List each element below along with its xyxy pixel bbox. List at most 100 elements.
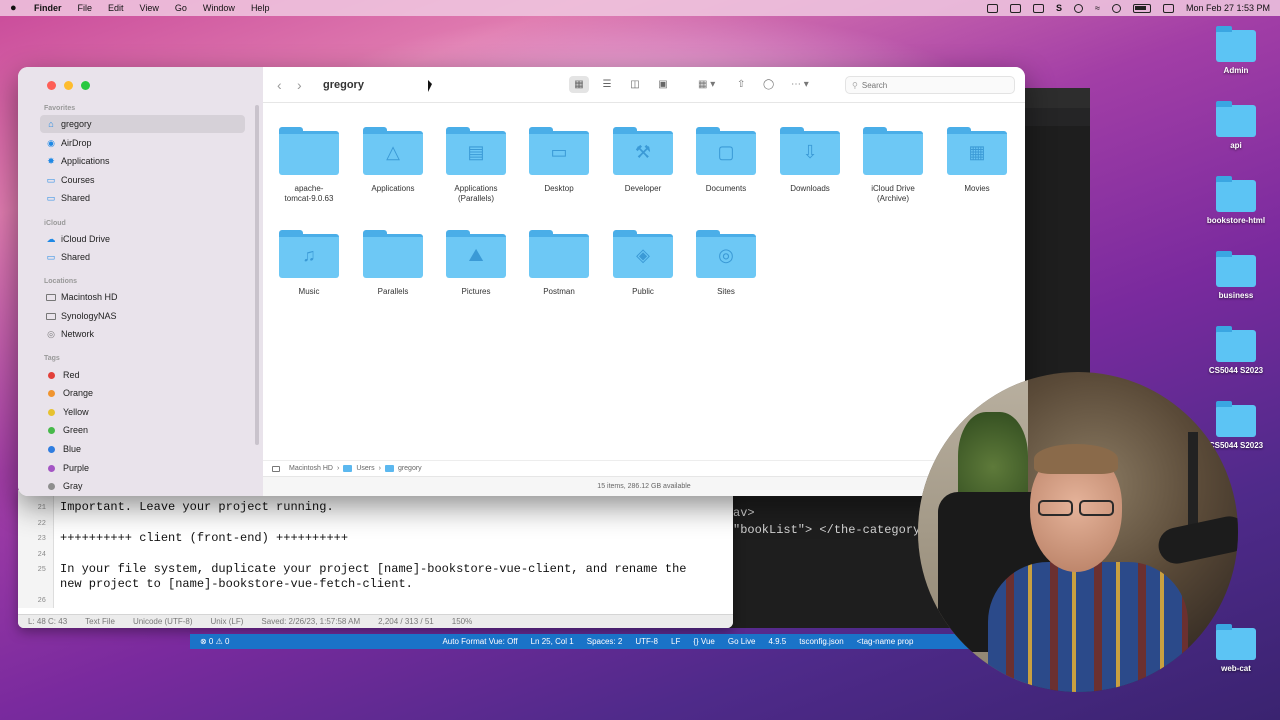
menu-app-finder[interactable]: Finder: [34, 3, 62, 13]
folder-item[interactable]: apache-tomcat-9.0.63: [269, 127, 349, 204]
problems-count[interactable]: ⊗ 0 ⚠ 0: [200, 637, 229, 646]
list-view-button[interactable]: ☰: [597, 76, 617, 93]
folder-item[interactable]: ◎ Sites: [686, 230, 766, 297]
desktop-folder-api[interactable]: api: [1200, 101, 1272, 150]
encoding-select[interactable]: Unicode (UTF-8): [133, 617, 193, 626]
sidebar-item-network[interactable]: ◎ Network: [40, 325, 245, 343]
auto-format-status[interactable]: Auto Format Vue: Off: [442, 637, 517, 646]
share-icon[interactable]: ⇧: [737, 76, 745, 93]
menu-view[interactable]: View: [140, 3, 159, 13]
sidebar-item-applications[interactable]: ✸ Applications: [40, 152, 245, 170]
language-mode[interactable]: {} Vue: [693, 637, 715, 646]
path-segment-gregory[interactable]: gregory: [398, 465, 422, 472]
sidebar-tag-purple[interactable]: Purple: [40, 459, 245, 477]
sidebar-item-icloud-shared[interactable]: ▭ Shared: [40, 248, 245, 266]
folder-item[interactable]: ▭ Desktop: [519, 127, 599, 194]
apple-icon[interactable]: ●: [10, 2, 20, 14]
folder-item[interactable]: △ Applications: [353, 127, 433, 194]
sidebar-item-synologynas[interactable]: SynologyNAS: [40, 307, 245, 325]
sidebar-item-airdrop[interactable]: ◉ AirDrop: [40, 134, 245, 152]
control-center-icon[interactable]: [1162, 3, 1174, 13]
status-app-icon[interactable]: [986, 3, 998, 13]
sidebar-item-icloud-drive[interactable]: ☁ iCloud Drive: [40, 230, 245, 248]
folder-item[interactable]: ▤ Applications (Parallels): [436, 127, 516, 204]
clock[interactable]: Mon Feb 27 1:53 PM: [1186, 3, 1270, 13]
file-type-select[interactable]: Text File: [85, 617, 115, 626]
group-by-button[interactable]: ▦ ▾: [698, 76, 715, 93]
folder-item[interactable]: ◈ Public: [603, 230, 683, 297]
folder-item[interactable]: ⚒ Developer: [603, 127, 683, 194]
path-segment-macintosh-hd[interactable]: Macintosh HD: [289, 465, 333, 472]
gallery-view-button[interactable]: ▣: [653, 76, 673, 93]
battery-icon[interactable]: [1132, 3, 1151, 13]
folder-item[interactable]: ▦ Movies: [937, 127, 1017, 194]
sidebar-tag-red[interactable]: Red: [40, 366, 245, 384]
column-view-button[interactable]: ◫: [625, 76, 645, 93]
menu-window[interactable]: Window: [203, 3, 235, 13]
desktop-folder-business[interactable]: business: [1200, 251, 1272, 300]
vpn-icon[interactable]: [1111, 3, 1121, 13]
icon-view-button[interactable]: ▦: [569, 76, 589, 93]
menu-help[interactable]: Help: [251, 3, 270, 13]
text-editor-window[interactable]: 21 Important. Leave your project running.…: [18, 490, 733, 628]
display-icon[interactable]: [1032, 3, 1044, 13]
editor-line[interactable]: 23 ++++++++++ client (front-end) ++++++++…: [18, 531, 733, 546]
minimize-button[interactable]: [64, 81, 73, 90]
menu-edit[interactable]: Edit: [108, 3, 124, 13]
go-live-button[interactable]: Go Live: [728, 637, 756, 646]
editor-line[interactable]: new project to [name]-bookstore-vue-fetc…: [18, 577, 733, 592]
sidebar-item-gregory[interactable]: ⌂ gregory: [40, 115, 245, 133]
folder-item[interactable]: ⛰ Pictures: [436, 230, 516, 297]
sidebar-scrollbar[interactable]: [255, 105, 259, 445]
back-button[interactable]: ‹: [277, 77, 293, 93]
cursor-position[interactable]: Ln 25, Col 1: [531, 637, 574, 646]
line-ending[interactable]: LF: [671, 637, 680, 646]
indentation[interactable]: Spaces: 2: [587, 637, 623, 646]
more-actions-button[interactable]: ⋯ ▾: [791, 76, 809, 93]
ts-version[interactable]: 4.9.5: [768, 637, 786, 646]
encoding[interactable]: UTF-8: [635, 637, 658, 646]
editor-line[interactable]: 26: [18, 593, 733, 608]
tsconfig-link[interactable]: tsconfig.json: [799, 637, 843, 646]
tag-icon[interactable]: ◯: [763, 76, 774, 93]
sidebar-tag-orange[interactable]: Orange: [40, 384, 245, 402]
desktop-folder-cs5044-1[interactable]: CS5044 S2023: [1200, 326, 1272, 375]
sidebar-header-locations: Locations: [44, 278, 78, 285]
editor-line[interactable]: 25 In your file system, duplicate your pr…: [18, 562, 733, 577]
forward-button[interactable]: ›: [297, 77, 313, 93]
search-field[interactable]: ⚲: [845, 76, 1015, 94]
sidebar-item-macintosh-hd[interactable]: Macintosh HD: [40, 288, 245, 306]
path-segment-users[interactable]: Users: [356, 465, 374, 472]
editor-line[interactable]: 24: [18, 547, 733, 562]
folder-item[interactable]: ⇩ Downloads: [770, 127, 850, 194]
sidebar-tag-blue[interactable]: Blue: [40, 440, 245, 458]
menu-file[interactable]: File: [78, 3, 93, 13]
finder-window[interactable]: Favorites ⌂ gregory ◉ AirDrop ✸ Application…: [18, 67, 1025, 496]
folder-item[interactable]: ♫ Music: [269, 230, 349, 297]
editor-line[interactable]: 22: [18, 516, 733, 531]
sidebar-item-shared[interactable]: ▭ Shared: [40, 189, 245, 207]
sidebar-tag-green[interactable]: Green: [40, 421, 245, 439]
editor-line[interactable]: 21 Important. Leave your project running.: [18, 500, 733, 515]
headphones-icon[interactable]: [1074, 3, 1083, 13]
sidebar-tag-gray[interactable]: Gray: [40, 477, 245, 495]
zoom-level[interactable]: 150%: [452, 617, 472, 626]
sidebar-item-courses[interactable]: ▭ Courses: [40, 171, 245, 189]
close-button[interactable]: [47, 81, 56, 90]
search-input[interactable]: [861, 80, 1002, 90]
desktop-folder-web-cat[interactable]: web-cat: [1200, 624, 1272, 673]
wifi-icon[interactable]: ≈: [1095, 3, 1100, 13]
line-ending-select[interactable]: Unix (LF): [211, 617, 244, 626]
desktop-folder-admin[interactable]: Admin: [1200, 26, 1272, 75]
desktop-folder-bookstore-html[interactable]: bookstore-html: [1200, 176, 1272, 225]
folder-item[interactable]: iCloud Drive (Archive): [853, 127, 933, 204]
tag-dot-icon: [48, 464, 55, 472]
sidebar-tag-yellow[interactable]: Yellow: [40, 403, 245, 421]
scrivener-icon[interactable]: S: [1056, 3, 1062, 13]
menu-go[interactable]: Go: [175, 3, 187, 13]
camera-icon[interactable]: [1009, 3, 1021, 13]
folder-item[interactable]: Postman: [519, 230, 599, 297]
zoom-button[interactable]: [81, 81, 90, 90]
folder-item[interactable]: Parallels: [353, 230, 433, 297]
folder-item[interactable]: ▢ Documents: [686, 127, 766, 194]
